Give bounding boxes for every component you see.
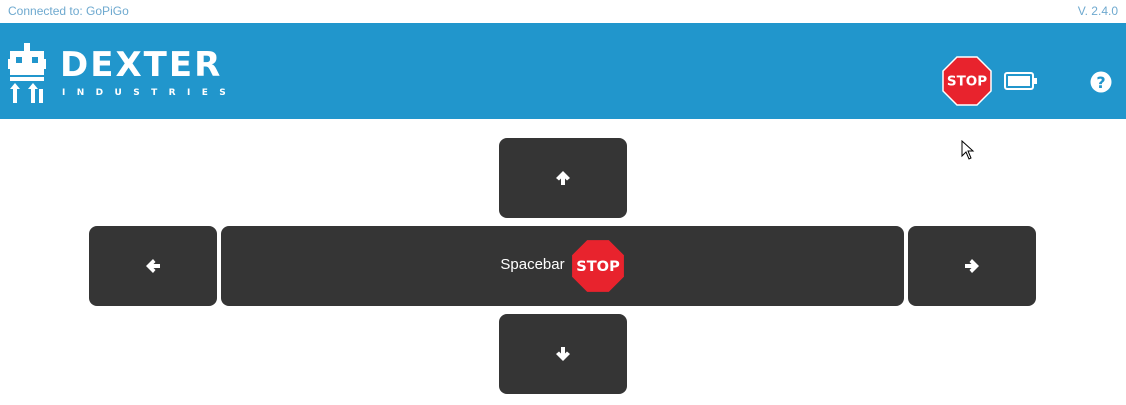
logo-subtitle: INDUSTRIES [62,88,238,98]
left-button[interactable] [89,226,217,306]
right-button[interactable] [908,226,1036,306]
mouse-cursor-icon [961,140,975,160]
spacebar-label: Spacebar [500,255,565,273]
backward-button[interactable] [499,314,627,394]
connection-status: Connected to: GoPiGo [8,4,129,18]
version-label: V. 2.4.0 [1077,4,1118,18]
arrow-up-icon [556,171,570,185]
arrow-left-icon [146,259,160,273]
svg-text:?: ? [1096,73,1105,92]
app-header: DEXTER INDUSTRIES STOP ? [0,23,1126,119]
spacebar-stop-label: STOP [576,258,620,275]
spacebar-stop-button[interactable]: Spacebar STOP [221,226,904,306]
battery-full-icon [1004,72,1037,90]
arrow-right-icon [965,259,979,273]
dexter-logo: DEXTER INDUSTRIES [8,41,228,103]
stop-octagon-icon: STOP [571,240,624,292]
forward-button[interactable] [499,138,627,218]
robot-logo-icon [8,43,46,103]
status-bar: Connected to: GoPiGo V. 2.4.0 [0,0,1126,23]
logo-wordmark: DEXTER [60,45,223,85]
stop-button-label: STOP [947,74,987,90]
help-icon[interactable]: ? [1090,71,1112,93]
stop-button[interactable]: STOP [942,56,992,106]
arrow-down-icon [556,347,570,361]
